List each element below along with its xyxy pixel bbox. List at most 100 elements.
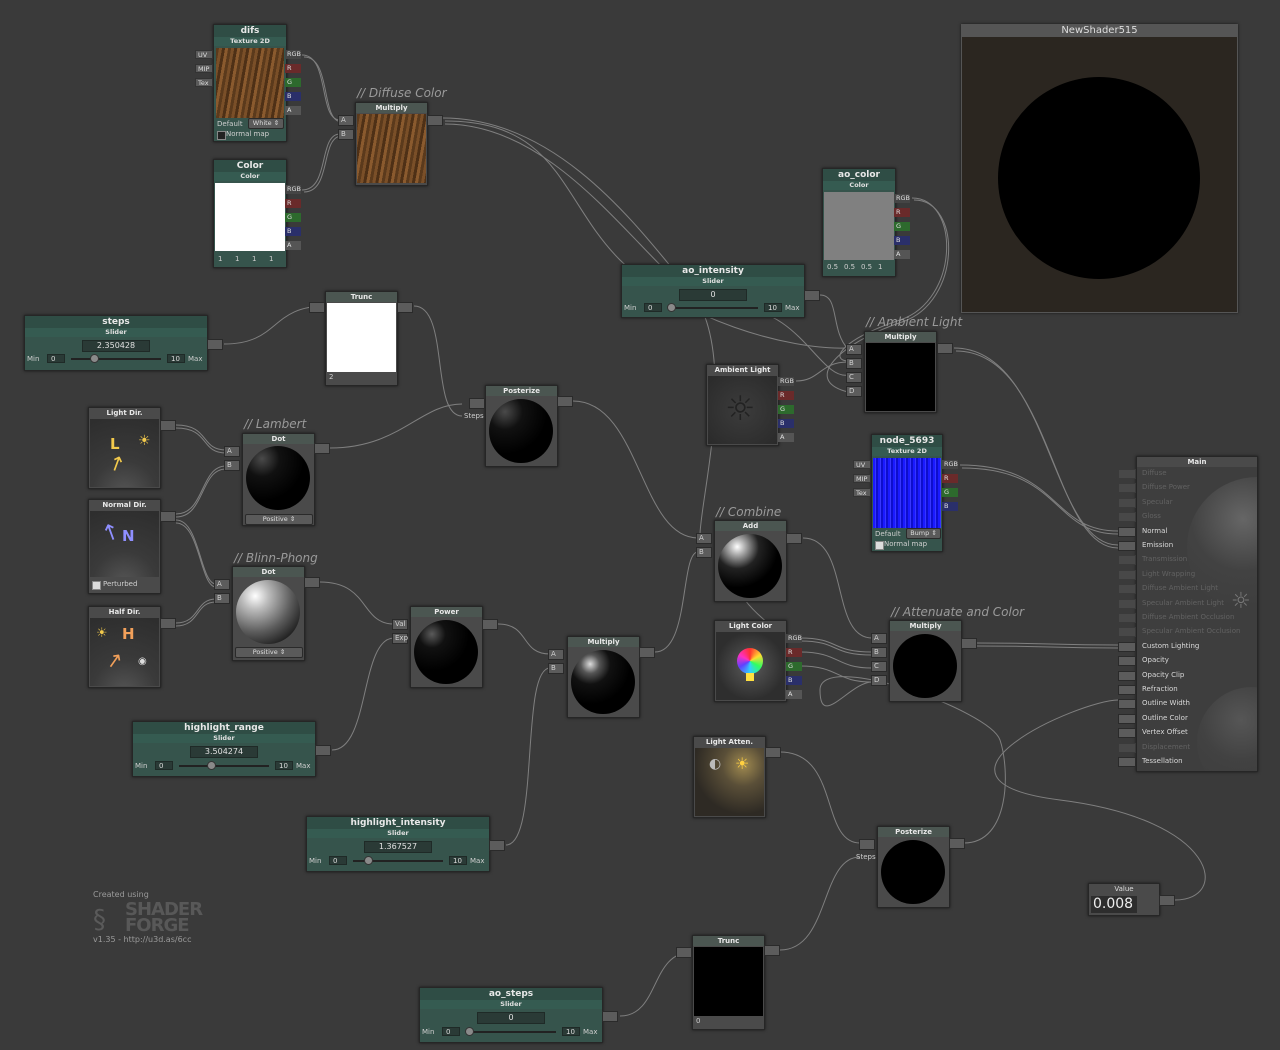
ao-color-output-b[interactable]: B [894,236,910,245]
main-input-transmission[interactable]: Transmission [1118,553,1252,566]
trunc-1-input[interactable] [309,302,325,313]
main-input-port[interactable] [1118,569,1136,580]
difs-output-g[interactable]: G [285,78,301,87]
color-output-r[interactable]: R [285,199,301,208]
lambert-input-a[interactable]: A [224,446,240,457]
node-ao-intensity[interactable]: ao_intensity Slider 0 Min 0 10 Max [621,264,805,318]
main-input-outline-width[interactable]: Outline Width [1118,697,1252,710]
node-ao-steps[interactable]: ao_steps Slider 0 Min 0 10 Max [419,987,603,1043]
light-atten-output[interactable] [765,747,781,758]
slider-value[interactable]: 2.350428 [82,340,150,352]
difs-output-a[interactable]: A [285,106,301,115]
trunc-2-input[interactable] [676,947,692,958]
atten-multiply-output[interactable] [961,638,977,649]
main-input-custom-lighting[interactable]: Custom Lighting [1118,640,1252,652]
node-5693[interactable]: node_5693 Texture 2D Default Bump ⇕ Norm… [871,434,943,552]
slider-max[interactable]: 10 [275,761,293,770]
slider-max[interactable]: 10 [449,856,467,865]
ambient-light-output-b[interactable]: B [778,419,794,428]
difs-output-rgb[interactable]: RGB [285,50,301,59]
main-input-port[interactable] [1118,641,1136,652]
ambient-light-output-rgb[interactable]: RGB [778,377,794,386]
node-trunc-2[interactable]: Trunc 0 [692,935,765,1030]
posterize-1-output[interactable] [557,396,573,407]
difs-input-tex[interactable]: Tex [195,78,213,87]
main-input-diffuse-ambient-light[interactable]: Diffuse Ambient Light [1118,582,1252,595]
node-half-dir[interactable]: Half Dir. ☀ H ↗ ◉ [88,606,161,688]
main-input-port[interactable] [1118,512,1136,523]
ao-steps-output[interactable] [602,1011,618,1022]
ambient-light-output-g[interactable]: G [778,405,794,414]
light-color-output-r[interactable]: R [786,648,802,657]
slider-min[interactable]: 0 [442,1027,460,1036]
blinn-input-a[interactable]: A [214,579,230,590]
diffuse-multiply-input-b[interactable]: B [338,129,354,140]
slider-max[interactable]: 10 [764,303,782,312]
ambient-multiply-input-a[interactable]: A [846,344,862,355]
color-output-b[interactable]: B [285,227,301,236]
node-power[interactable]: Power [410,606,483,688]
slider-track[interactable] [466,1031,556,1033]
slider-value[interactable]: 1.367527 [364,841,432,853]
slider-min[interactable]: 0 [644,303,662,312]
posterize-1-input[interactable] [469,398,485,409]
slider-knob[interactable] [90,354,99,363]
difs-input-uv[interactable]: UV [195,50,213,59]
ambient-multiply-input-d[interactable]: D [846,386,862,397]
main-input-port[interactable] [1118,742,1136,753]
main-input-port[interactable] [1118,670,1136,681]
highlight-intensity-output[interactable] [489,840,505,851]
slider-max[interactable]: 10 [167,354,185,363]
main-input-port[interactable] [1118,713,1136,724]
node-posterize-2[interactable]: Posterize [877,826,950,908]
blinn-output[interactable] [304,577,320,588]
node-color[interactable]: Color Color 1 1 1 1 [213,159,287,268]
atten-multiply-input-a[interactable]: A [871,633,887,644]
main-input-port[interactable] [1118,469,1136,479]
value-field[interactable]: 0.008 [1091,896,1137,913]
difs-output-b[interactable]: B [285,92,301,101]
spec-multiply-input-a[interactable]: A [548,649,564,660]
add-input-b[interactable]: B [696,547,712,558]
node-difs[interactable]: difs Texture 2D Default White ⇕ Normal m… [213,24,287,142]
difs-input-mip[interactable]: MIP [195,64,213,73]
node-ambient-multiply[interactable]: Multiply [864,331,937,413]
slider-knob[interactable] [667,303,676,312]
slider-min[interactable]: 0 [47,354,65,363]
ambient-light-output-r[interactable]: R [778,391,794,400]
main-input-diffuse[interactable]: Diffuse [1118,467,1252,479]
atten-multiply-input-c[interactable]: C [871,661,887,672]
light-color-output-a[interactable]: A [786,690,802,699]
main-input-normal[interactable]: Normal [1118,525,1252,537]
main-input-port[interactable] [1118,685,1136,695]
slider-min[interactable]: 0 [155,761,173,770]
color-output-a[interactable]: A [285,241,301,250]
lambert-mode-dropdown[interactable]: Positive ⇕ [245,514,313,525]
power-output[interactable] [482,619,498,630]
node-5693-output-g[interactable]: G [942,488,958,497]
difs-output-r[interactable]: R [285,64,301,73]
main-input-port[interactable] [1118,584,1136,595]
main-input-specular-ambient-occlusion[interactable]: Specular Ambient Occlusion [1118,625,1252,638]
main-input-port[interactable] [1118,526,1136,537]
node-highlight-intensity[interactable]: highlight_intensity Slider 1.367527 Min … [306,816,490,872]
node-steps[interactable]: steps Slider 2.350428 Min 0 10 Max [24,315,208,371]
main-input-diffuse-ambient-occlusion[interactable]: Diffuse Ambient Occlusion [1118,611,1252,623]
node-5693-input-uv[interactable]: UV [853,460,871,469]
main-input-port[interactable] [1118,613,1136,623]
ao-intensity-output[interactable] [804,290,820,301]
posterize-2-input[interactable] [859,839,875,850]
main-input-light-wrapping[interactable]: Light Wrapping [1118,568,1252,580]
main-input-displacement[interactable]: Displacement [1118,741,1252,753]
default-dropdown[interactable]: White ⇕ [248,118,284,129]
node-blinn-dot[interactable]: Dot Positive ⇕ [232,566,305,661]
normal-map-checkbox[interactable] [875,541,884,550]
ao-color-output-a[interactable]: A [894,250,910,259]
node-lambert-dot[interactable]: Dot Positive ⇕ [242,433,315,526]
ambient-multiply-input-c[interactable]: C [846,372,862,383]
half-dir-output[interactable] [160,618,176,629]
light-color-output-g[interactable]: G [786,662,802,671]
ao-color-output-g[interactable]: G [894,222,910,231]
spec-multiply-input-b[interactable]: B [548,663,564,674]
default-dropdown[interactable]: Bump ⇕ [906,528,941,539]
